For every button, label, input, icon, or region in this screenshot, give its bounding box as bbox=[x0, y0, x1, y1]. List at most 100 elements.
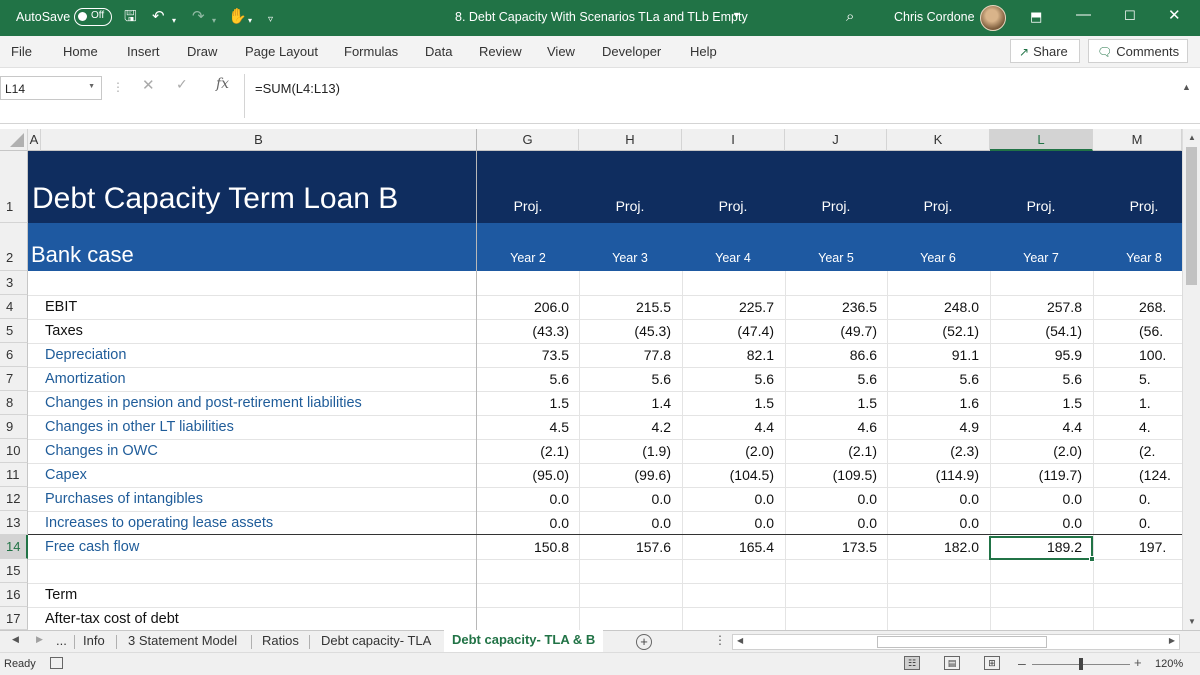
year-label[interactable]: Year 7 bbox=[990, 251, 1092, 265]
zoom-slider-knob[interactable] bbox=[1079, 658, 1083, 670]
user-name[interactable]: Chris Cordone bbox=[894, 10, 975, 24]
undo-icon[interactable]: ↶ bbox=[152, 8, 165, 26]
data-cell[interactable]: 5.6 bbox=[579, 371, 671, 387]
row-header[interactable]: 14 bbox=[0, 535, 28, 559]
data-cell[interactable]: (2.1) bbox=[477, 443, 569, 459]
zoom-out-icon[interactable]: – bbox=[1018, 655, 1026, 671]
row-label[interactable]: Depreciation bbox=[45, 347, 126, 363]
row-header[interactable]: 9 bbox=[0, 415, 28, 439]
row-label[interactable]: EBIT bbox=[45, 299, 77, 315]
data-cell[interactable]: 4.9 bbox=[887, 419, 979, 435]
row-label[interactable]: Increases to operating lease assets bbox=[45, 515, 273, 531]
data-cell[interactable]: 5.6 bbox=[887, 371, 979, 387]
data-cell[interactable]: 86.6 bbox=[785, 347, 877, 363]
row-header[interactable]: 4 bbox=[0, 295, 28, 319]
data-cell[interactable]: (109.5) bbox=[785, 467, 877, 483]
year-label[interactable]: Year 2 bbox=[477, 251, 579, 265]
enter-icon[interactable]: ✓ bbox=[176, 76, 188, 93]
row-header[interactable]: 11 bbox=[0, 463, 28, 487]
avatar[interactable] bbox=[980, 5, 1006, 31]
data-cell[interactable]: 95.9 bbox=[990, 347, 1082, 363]
data-cell[interactable]: 5.6 bbox=[990, 371, 1082, 387]
data-cell[interactable]: (2.0) bbox=[682, 443, 774, 459]
undo-dropdown-icon[interactable]: ▾ bbox=[172, 12, 176, 30]
data-cell[interactable]: (104.5) bbox=[682, 467, 774, 483]
cancel-icon[interactable]: ✕ bbox=[142, 76, 155, 94]
data-cell[interactable]: 91.1 bbox=[887, 347, 979, 363]
proj-label[interactable]: Proj. bbox=[579, 198, 681, 214]
scroll-right-icon[interactable]: ▶ bbox=[1169, 636, 1175, 645]
scroll-up-icon[interactable]: ▲ bbox=[1188, 133, 1196, 142]
data-cell[interactable]: (99.6) bbox=[579, 467, 671, 483]
insert-function-icon[interactable]: fx bbox=[216, 76, 229, 92]
row-header[interactable]: 16 bbox=[0, 583, 28, 607]
data-cell[interactable]: 268. bbox=[1139, 299, 1181, 315]
selected-cell[interactable] bbox=[989, 536, 1095, 562]
row-header[interactable]: 10 bbox=[0, 439, 28, 463]
data-cell[interactable]: (2. bbox=[1139, 443, 1181, 459]
data-cell[interactable]: 150.8 bbox=[477, 539, 569, 555]
data-cell[interactable]: 182.0 bbox=[887, 539, 979, 555]
row-header[interactable]: 13 bbox=[0, 511, 28, 535]
touch-mode-icon[interactable]: ✋ bbox=[228, 8, 247, 26]
row-header[interactable]: 12 bbox=[0, 487, 28, 511]
data-cell[interactable]: (119.7) bbox=[990, 467, 1082, 483]
column-header-b[interactable]: B bbox=[41, 129, 477, 151]
horizontal-scrollbar[interactable]: ◀ ▶ bbox=[732, 634, 1180, 650]
sheet-tabs-overflow[interactable]: ... bbox=[56, 633, 67, 648]
comments-button[interactable]: 🗨 Comments bbox=[1088, 39, 1188, 63]
data-cell[interactable]: 0. bbox=[1139, 491, 1181, 507]
worksheet-grid[interactable]: A B G H I J K L M Debt Capacity Term Loa… bbox=[0, 124, 1200, 630]
sheet-prev-icon[interactable]: ◀ bbox=[12, 634, 19, 645]
row-header[interactable]: 7 bbox=[0, 367, 28, 391]
data-cell[interactable]: (114.9) bbox=[887, 467, 979, 483]
sheet-tab-debt-capacity-tla[interactable]: Debt capacity- TLA bbox=[321, 633, 431, 648]
data-cell[interactable]: 197. bbox=[1139, 539, 1181, 555]
tab-developer[interactable]: Developer bbox=[602, 44, 661, 59]
data-cell[interactable]: 77.8 bbox=[579, 347, 671, 363]
data-cell[interactable]: 100. bbox=[1139, 347, 1181, 363]
name-box[interactable]: L14 ▼ bbox=[0, 76, 102, 100]
tab-review[interactable]: Review bbox=[479, 44, 522, 59]
data-cell[interactable]: 1.4 bbox=[579, 395, 671, 411]
formula-input[interactable]: =SUM(L4:L13) bbox=[244, 74, 1174, 118]
row-label[interactable]: Term bbox=[45, 587, 77, 603]
proj-label[interactable]: Proj. bbox=[785, 198, 887, 214]
data-cell[interactable]: 0.0 bbox=[990, 491, 1082, 507]
maximize-icon[interactable]: ☐ bbox=[1124, 8, 1136, 24]
minimize-icon[interactable]: — bbox=[1076, 6, 1091, 23]
row-label[interactable]: Purchases of intangibles bbox=[45, 491, 203, 507]
scroll-thumb[interactable] bbox=[1186, 147, 1197, 285]
data-cell[interactable]: 0.0 bbox=[682, 515, 774, 531]
data-cell[interactable]: 4.2 bbox=[579, 419, 671, 435]
column-header-m[interactable]: M bbox=[1093, 129, 1182, 151]
document-title[interactable]: 8. Debt Capacity With Scenarios TLa and … bbox=[455, 10, 748, 24]
data-cell[interactable]: (2.1) bbox=[785, 443, 877, 459]
year-label[interactable]: Year 4 bbox=[682, 251, 784, 265]
column-header-k[interactable]: K bbox=[887, 129, 990, 151]
row-label[interactable]: After-tax cost of debt bbox=[45, 611, 179, 627]
row-label[interactable]: Taxes bbox=[45, 323, 83, 339]
fill-handle[interactable] bbox=[1089, 556, 1095, 562]
redo-icon[interactable]: ↷ bbox=[192, 8, 205, 26]
row-header[interactable]: 17 bbox=[0, 607, 28, 630]
data-cell[interactable]: (43.3) bbox=[477, 323, 569, 339]
sheet-subtitle[interactable]: Bank case bbox=[31, 242, 134, 268]
row-header[interactable]: 3 bbox=[0, 271, 28, 295]
sheet-tab-debt-capacity-tla-b[interactable]: Debt capacity- TLA & B bbox=[444, 630, 604, 654]
year-label[interactable]: Year 6 bbox=[887, 251, 989, 265]
data-cell[interactable]: 1.6 bbox=[887, 395, 979, 411]
data-cell[interactable]: 215.5 bbox=[579, 299, 671, 315]
normal-view-icon[interactable]: ☷ bbox=[904, 656, 920, 670]
tab-draw[interactable]: Draw bbox=[187, 44, 217, 59]
data-cell[interactable]: (95.0) bbox=[477, 467, 569, 483]
page-break-view-icon[interactable]: ⊞ bbox=[984, 656, 1000, 670]
data-cell[interactable]: 1.5 bbox=[682, 395, 774, 411]
data-cell[interactable]: (124. bbox=[1139, 467, 1181, 483]
column-header-i[interactable]: I bbox=[682, 129, 785, 151]
scroll-left-icon[interactable]: ◀ bbox=[737, 636, 743, 645]
save-icon[interactable]: 🖫 bbox=[124, 8, 137, 26]
sheet-tab-info[interactable]: Info bbox=[83, 633, 105, 648]
data-cell[interactable]: 0.0 bbox=[785, 491, 877, 507]
data-cell[interactable]: (47.4) bbox=[682, 323, 774, 339]
